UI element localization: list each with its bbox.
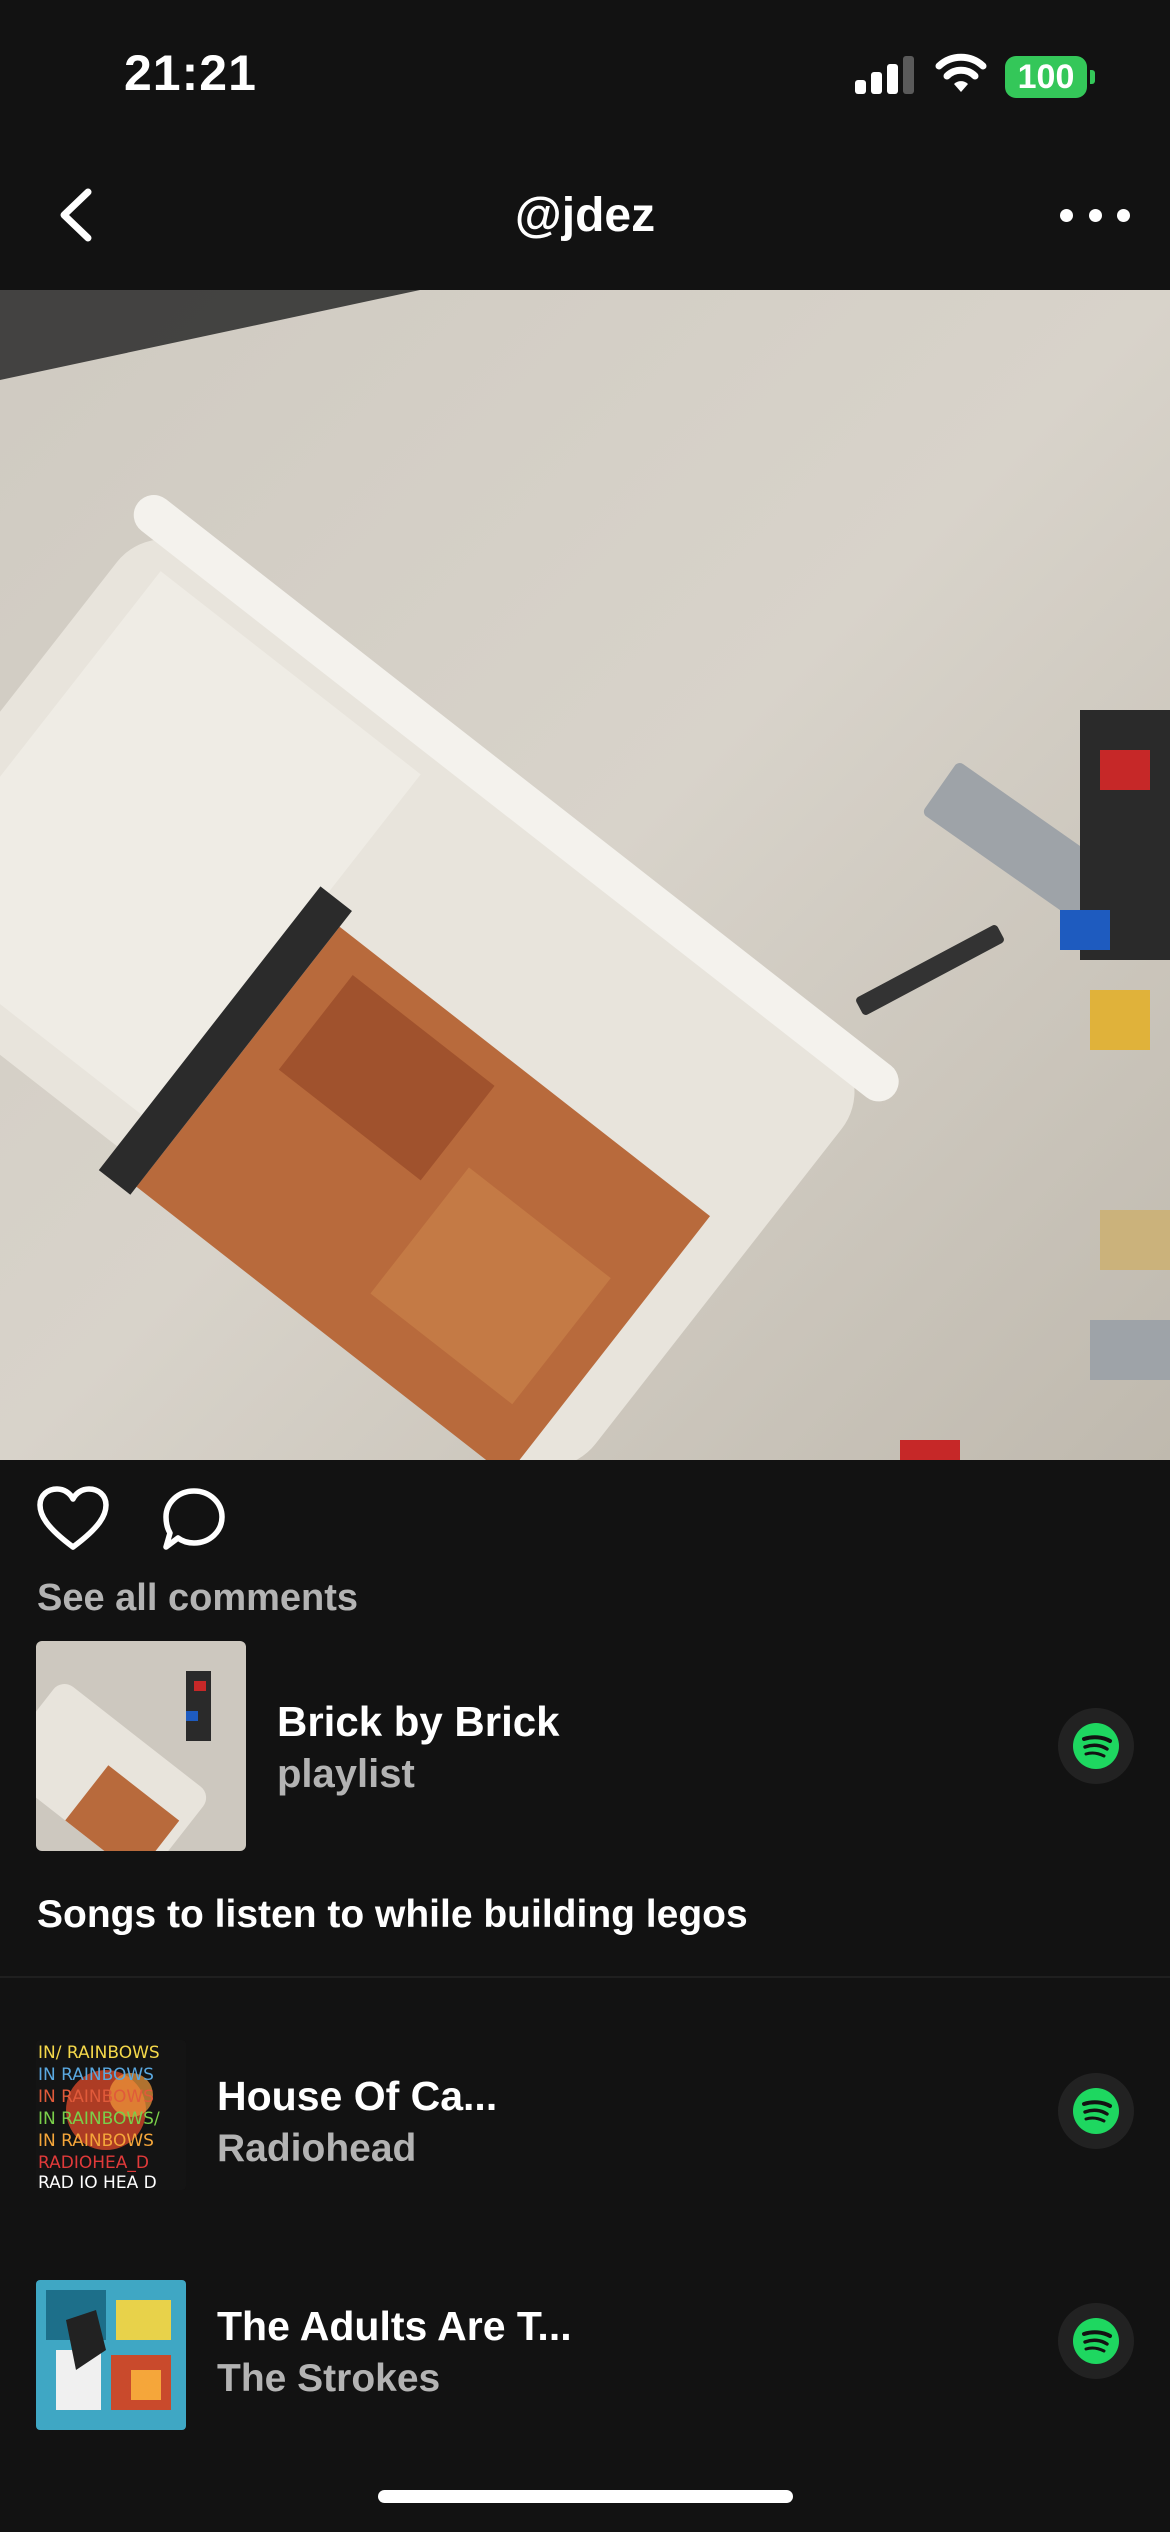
playlist-type: playlist: [277, 1752, 415, 1796]
svg-text:IN RAINBOWS: IN RAINBOWS: [38, 2131, 154, 2151]
divider: [0, 1976, 1170, 1978]
status-time: 21:21: [124, 45, 257, 101]
battery-indicator: 100: [1005, 56, 1087, 98]
spotify-icon[interactable]: [1058, 1708, 1134, 1784]
page-title: @jdez: [514, 189, 656, 242]
track-title[interactable]: The Adults Are T...: [217, 2303, 572, 2350]
track-artist: Radiohead: [217, 2127, 417, 2170]
album-art-in-rainbows[interactable]: IN/ RAINBOWS IN RAINBOWS IN RAINBOWS IN …: [36, 2040, 186, 2190]
ellipsis-icon[interactable]: [1060, 190, 1130, 240]
track-artist: The Strokes: [217, 2357, 441, 2400]
cellular-signal-icon: [855, 56, 915, 94]
spotify-icon[interactable]: [1058, 2303, 1134, 2379]
album-art-the-new-abnormal[interactable]: [36, 2280, 186, 2430]
wifi-icon: [935, 53, 987, 92]
status-bar: 21:21 100: [0, 0, 1170, 150]
spotify-icon[interactable]: [1058, 2073, 1134, 2149]
svg-text:RAD IO HEA D: RAD IO HEA D: [38, 2173, 157, 2190]
svg-text:IN RAINBOWS: IN RAINBOWS: [38, 2065, 154, 2085]
svg-text:IN RAINBOWS/: IN RAINBOWS/: [38, 2109, 160, 2129]
track-title[interactable]: House Of Ca...: [217, 2073, 497, 2120]
heart-icon[interactable]: [36, 1485, 110, 1553]
playlist-thumbnail[interactable]: [36, 1641, 246, 1851]
post-image[interactable]: [0, 290, 1170, 1460]
svg-text:IN/ RAINBOWS: IN/ RAINBOWS: [38, 2043, 160, 2063]
nav-header: @jdez: [0, 160, 1170, 270]
lego-photo: [0, 290, 1170, 1460]
svg-text:RADIOHEA_D: RADIOHEA_D: [38, 2153, 149, 2173]
speech-bubble-icon[interactable]: [160, 1485, 228, 1553]
battery-cap: [1090, 70, 1095, 84]
svg-text:IN RAINBOWS: IN RAINBOWS: [38, 2087, 154, 2107]
home-indicator[interactable]: [378, 2490, 793, 2503]
playlist-description: Songs to listen to while building legos: [37, 1893, 748, 1936]
playlist-title[interactable]: Brick by Brick: [277, 1698, 559, 1746]
see-all-comments-link[interactable]: See all comments: [37, 1577, 358, 1620]
